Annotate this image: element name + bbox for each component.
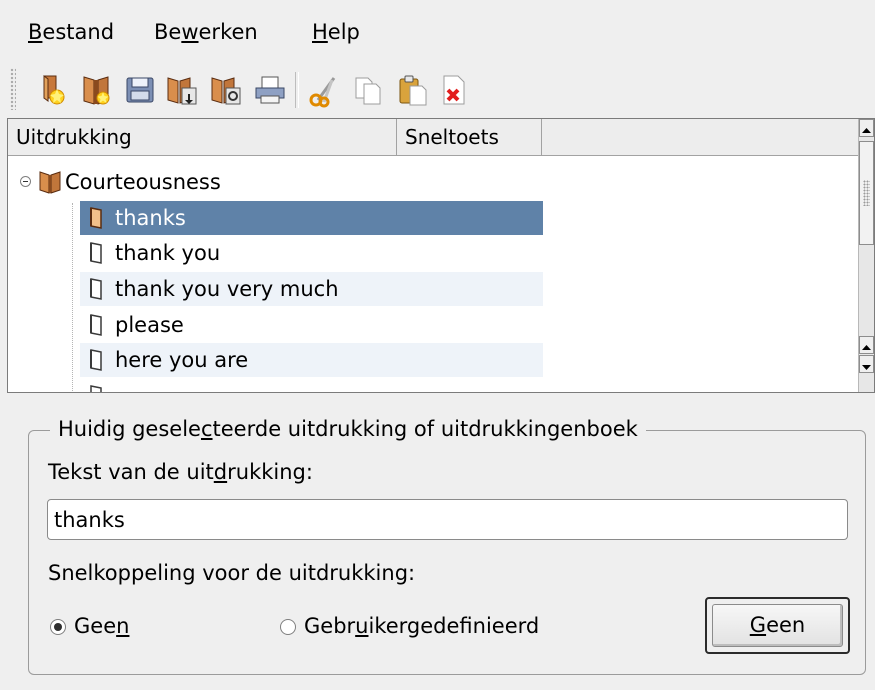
import-phrasebook-icon[interactable] [164,72,200,108]
phrase-text-label: Tekst van de uitdrukking: [48,458,313,486]
new-phrasebook-icon[interactable] [78,72,114,108]
label-text: Gebr [304,614,356,638]
groupbox-title: Huidig geselecteerde uitdrukking of uitd… [50,414,646,444]
radio-custom-label: Gebruikergedefinieerd [304,612,539,640]
tree-row-phrase[interactable]: here you are [80,343,543,377]
column-header-shortcut[interactable]: Sneltoets [397,119,542,156]
phrase-label: please [115,313,184,337]
save-icon[interactable] [122,72,158,108]
button-mnemonic: G [749,613,767,637]
button-label: een [766,613,806,637]
column-header-label: Uitdrukking [16,125,132,149]
column-header-filler [542,119,858,156]
vertical-scrollbar[interactable] [858,119,874,392]
scroll-up-button-bottom[interactable] [859,336,874,354]
label-mnemonic: u [355,614,369,638]
menu-bewerken[interactable]: Bewerken [154,18,258,46]
label-mnemonic: d [213,460,228,484]
groupbox-title-text: Huidig gesele [58,417,201,441]
phrase-icon [90,349,102,371]
shortcut-button[interactable]: Geen [712,604,843,647]
shortcut-label: Snelkoppeling voor de uitdrukking: [48,561,416,585]
phrasebook-label: Courteousness [65,170,221,194]
phrase-label: thank you very much [115,277,339,301]
phrase-icon [90,278,102,300]
column-header-label: Sneltoets [405,125,499,149]
menu-label: estand [42,20,115,44]
cut-icon[interactable] [306,72,342,108]
phrase-label: thanks [115,206,186,230]
scroll-down-button[interactable] [859,355,874,373]
shortcut-button-focus-frame: Geen [705,597,850,654]
print-icon[interactable] [252,72,288,108]
toolbar-separator [295,72,299,108]
menu-label: erken [198,20,258,44]
radio-none-indicator[interactable] [50,619,66,635]
phrase-tree[interactable]: Uitdrukking Sneltoets Courteousness than… [7,118,875,393]
phrase-text-input[interactable] [47,499,848,540]
label-text: ikergedefinieerd [368,614,540,638]
tree-row-phrase-partial[interactable] [80,379,543,392]
toolbar [0,62,875,120]
tree-branch-line [72,203,73,392]
menu-mnemonic: H [312,20,328,44]
tree-row-phrase[interactable]: please [80,308,543,342]
column-header-phrase[interactable]: Uitdrukking [8,119,397,156]
tree-row-phrase[interactable]: thank you very much [80,272,543,306]
scroll-thumb[interactable] [859,141,874,245]
scroll-up-button[interactable] [859,119,874,137]
menubar: Bestand Bewerken Help [0,0,875,60]
delete-icon[interactable] [436,72,472,108]
menu-help[interactable]: Help [312,18,360,46]
export-phrasebook-icon[interactable] [208,72,244,108]
collapse-toggle-icon[interactable] [20,176,31,187]
phrase-label: thank you [115,241,221,265]
tree-row-book[interactable]: Courteousness [8,165,548,199]
label-text: Tekst van de uit [48,460,214,484]
menu-mnemonic: w [181,20,199,44]
phrase-label: here you are [115,348,249,372]
menu-label: elp [327,20,360,44]
paste-icon[interactable] [394,72,430,108]
tree-row-phrase[interactable]: thanks [80,201,543,235]
menu-mnemonic: B [28,20,43,44]
radio-none-label: Geen [74,612,129,640]
label-text: Gee [74,614,117,638]
phrase-icon [90,314,102,336]
radio-custom[interactable]: Gebruikergedefinieerd [280,612,620,644]
new-phrase-icon[interactable] [34,72,70,108]
copy-icon[interactable] [350,72,386,108]
radio-none[interactable]: Geen [48,612,188,644]
groupbox-title-mnemonic: c [200,417,213,441]
phrase-icon [90,242,102,264]
radio-custom-indicator[interactable] [280,619,296,635]
label-mnemonic: n [116,614,130,638]
groupbox-title-text: teerde uitdrukking of uitdrukkingenboek [212,417,638,441]
menu-label: Be [154,20,182,44]
label-text: rukking: [227,460,313,484]
phrase-icon [90,385,102,392]
tree-row-phrase[interactable]: thank you [80,236,543,270]
toolbar-grip[interactable] [10,68,16,110]
phrasebook-icon [39,171,61,194]
menu-bestand[interactable]: Bestand [28,18,114,46]
phrase-icon [90,207,102,229]
